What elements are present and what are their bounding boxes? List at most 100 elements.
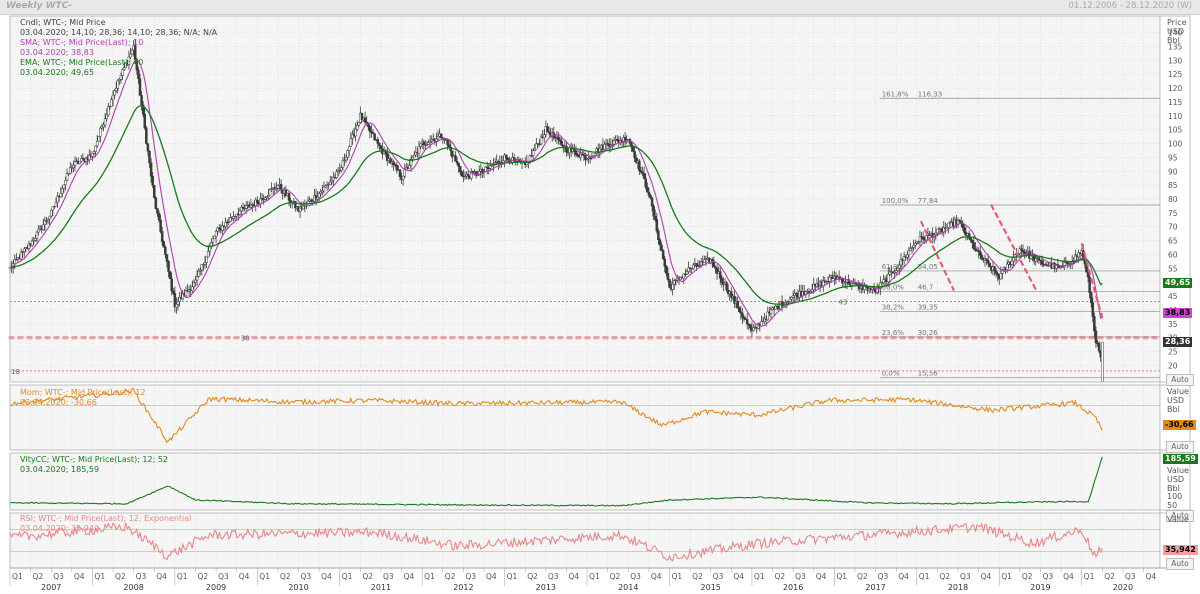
fib-level-value: 39,35	[918, 304, 938, 312]
candle-body	[78, 160, 82, 164]
candle-body	[363, 117, 367, 123]
candle-body	[376, 139, 380, 144]
candle-body	[51, 206, 55, 211]
candle-body	[357, 122, 361, 126]
candle-body	[195, 276, 199, 281]
year-label: 2016	[783, 583, 803, 592]
quarter-label: Q3	[878, 572, 889, 581]
candle-body	[882, 279, 885, 283]
rsi-legend: RSI; WTC-; Mid Price(Last); 12; Exponent…	[20, 514, 191, 534]
momentum-value-tag: -30,66	[1163, 420, 1196, 430]
quarter-label: Q1	[919, 572, 930, 581]
price-tick-label: 110	[1168, 112, 1183, 121]
candle-body	[673, 280, 676, 285]
candle-body	[546, 126, 549, 133]
candle-body	[48, 215, 51, 220]
candle-body	[268, 189, 272, 196]
candle-body	[192, 282, 196, 288]
candle-body	[176, 301, 180, 305]
candle-body	[197, 270, 200, 277]
quarter-label: Q4	[239, 572, 250, 581]
candle-body	[149, 162, 153, 177]
candle-body	[172, 290, 175, 294]
quarter-label: Q3	[301, 572, 312, 581]
quarter-label: Q1	[424, 572, 435, 581]
quarter-label: Q4	[486, 572, 497, 581]
candle-body	[593, 153, 597, 157]
candle-body	[168, 271, 172, 280]
candle-body	[439, 133, 443, 139]
candle-body	[1034, 258, 1037, 262]
candle-body	[574, 151, 578, 155]
candle-body	[102, 124, 105, 128]
year-label: 2008	[123, 583, 143, 592]
price-legend: Cndl; WTC-; Mid Price 03.04.2020; 14,10;…	[20, 18, 217, 78]
price-auto-button[interactable]: Auto	[1166, 374, 1194, 386]
candle-body	[665, 266, 668, 274]
annotation-43: 43	[838, 299, 847, 307]
quarter-label: Q1	[342, 572, 353, 581]
candle-body	[649, 195, 652, 199]
candle-body	[37, 228, 40, 233]
fib-level-value: 46,7	[918, 283, 934, 291]
price-tick-label: 115	[1168, 98, 1183, 107]
candle-body	[1089, 292, 1093, 303]
price-tick-label: 90	[1168, 167, 1178, 176]
candle-body	[211, 238, 215, 243]
candle-body	[167, 261, 170, 272]
price-tick-label: 55	[1168, 264, 1178, 273]
candle-body	[1040, 260, 1044, 265]
candle-body	[907, 250, 911, 256]
candle-body	[457, 162, 460, 167]
momentum-auto-button[interactable]: Auto	[1166, 441, 1194, 453]
sma-legend-name: SMA; WTC-; Mid Price(Last); 10	[20, 38, 144, 47]
candle-body	[330, 179, 334, 183]
year-label: 2019	[1030, 583, 1050, 592]
candle-body	[1005, 263, 1009, 270]
volatility-legend: VltyCC; WTC-; Mid Price(Last); 12; 52 03…	[20, 455, 168, 475]
quarter-label: Q3	[1042, 572, 1053, 581]
candle-body	[1088, 276, 1091, 293]
candle-body	[341, 159, 345, 168]
candle-body	[191, 286, 194, 291]
candle-body	[94, 145, 97, 152]
candle-body	[1094, 330, 1098, 344]
candle-body	[934, 232, 938, 236]
candle-body	[720, 277, 724, 283]
annotation-30: 30	[241, 335, 250, 343]
quarter-label: Q3	[713, 572, 724, 581]
candle-body	[322, 186, 326, 192]
candle-body	[276, 185, 280, 189]
candle-body	[213, 235, 216, 240]
volatility-tick-100: 100	[1167, 492, 1183, 501]
momentum-legend: Mom; WTC-; Mid Price(Last); 12 03.04.202…	[20, 388, 145, 408]
fib-level-percent: 23,6%	[882, 329, 905, 337]
quarter-label: Q4	[321, 572, 332, 581]
ema-value-tag: 49,65	[1163, 278, 1193, 289]
candle-body	[752, 327, 755, 332]
candle-body	[408, 164, 411, 169]
candle-body	[668, 279, 671, 288]
candle-body	[153, 184, 156, 199]
candle-body	[105, 114, 108, 119]
candle-body	[157, 213, 161, 221]
candle-body	[156, 208, 159, 214]
year-label: 2017	[865, 583, 885, 592]
candle-body	[64, 179, 67, 185]
candle-body	[348, 146, 351, 151]
candle-body	[427, 142, 430, 145]
candle-body	[642, 173, 646, 179]
momentum-axis-unit: Bbl	[1167, 405, 1180, 414]
candle-body	[769, 309, 773, 314]
panel-background	[10, 453, 1160, 510]
candle-body	[978, 251, 982, 256]
candle-body	[368, 126, 372, 132]
candle-body	[749, 324, 752, 329]
candle-body	[355, 124, 359, 130]
rsi-auto-button[interactable]: Auto	[1166, 558, 1194, 570]
chart-canvas[interactable]: 161,8% 116,33100,0% 77,8461,8% 54,0550,0% 46…	[0, 0, 1200, 594]
price-tick-label: 60	[1168, 250, 1178, 259]
fib-level-value: 30,26	[918, 329, 939, 337]
candle-body	[354, 128, 357, 137]
candle-body	[745, 319, 749, 325]
